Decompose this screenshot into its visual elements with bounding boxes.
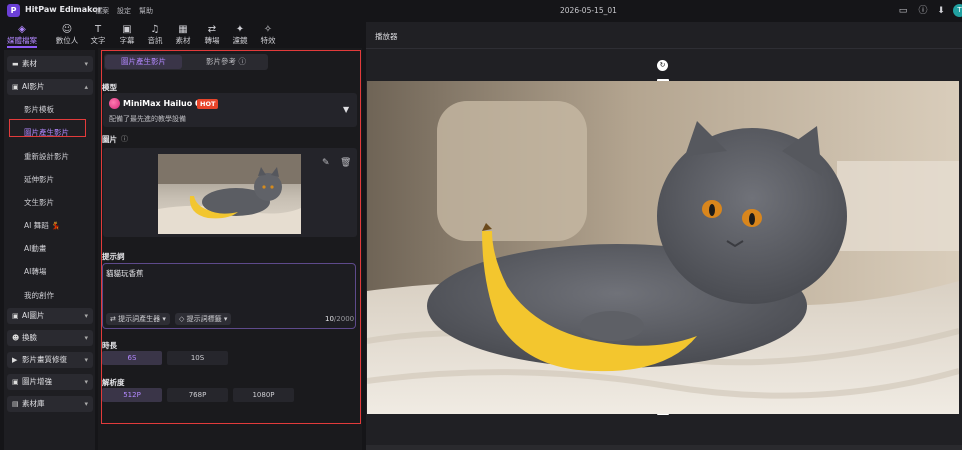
menu-file[interactable]: 檔案 xyxy=(95,6,109,16)
tool-filter[interactable]: ✦ 濾鏡 xyxy=(225,23,255,46)
text-icon: T xyxy=(94,24,102,35)
ai-video-icon: ▣ xyxy=(12,83,19,91)
model-label: 模型 xyxy=(102,83,117,92)
sidebar-group-video-repair[interactable]: ▶ 影片畫質修復 ▾ xyxy=(7,352,93,368)
tool-media[interactable]: ◈ 媒體檔案 xyxy=(7,23,37,48)
selection-highlight xyxy=(9,119,86,137)
chevron-down-icon: ▾ xyxy=(84,400,88,408)
chevron-up-icon: ▴ xyxy=(84,83,88,91)
tab-video-reference[interactable]: 影片參考 ⓘ xyxy=(186,55,266,69)
tool-assets[interactable]: ▦ 素材 xyxy=(168,23,198,46)
assets-icon: ▦ xyxy=(178,24,188,35)
tool-text[interactable]: T 文字 xyxy=(83,23,113,46)
chevron-down-icon: ▾ xyxy=(84,312,88,320)
tool-digital-human[interactable]: ☺ 數位人 xyxy=(52,23,82,46)
sidebar-group-image-enhance[interactable]: ▣ 圖片增強 ▾ xyxy=(7,374,93,390)
filter-icon: ✦ xyxy=(235,24,245,35)
tag-icon: ◇ xyxy=(179,315,185,323)
effects-icon: ✧ xyxy=(263,24,273,35)
main-toolbar: ◈ 媒體檔案 ☺ 數位人 T 文字 ▣ 字幕 ♫ 音訊 ▦ 素材 ⇄ 轉場 ✦ 濾鏡 ✧ 特效 xyxy=(0,22,365,48)
rotate-handle-icon[interactable]: ↻ xyxy=(657,60,668,71)
document-title: 2026-05-15_01 xyxy=(560,6,617,15)
ai-image-icon: ▣ xyxy=(12,312,19,320)
info-icon[interactable]: ⓘ xyxy=(917,5,929,17)
sidebar-item-extend-video[interactable]: 延伸影片 xyxy=(24,174,54,185)
chevron-down-icon: ▾ xyxy=(84,378,88,386)
prompt-generator-button[interactable]: ⇄ 提示詞產生器 ▾ xyxy=(106,313,170,325)
resolution-option-1080p[interactable]: 1080P xyxy=(233,388,294,402)
app-name: HitPaw Edimakor xyxy=(25,5,102,14)
magic-icon: ⇄ xyxy=(110,315,116,323)
info-icon: ⓘ xyxy=(238,57,246,66)
chevron-down-icon[interactable]: ▼ xyxy=(343,105,349,114)
face-swap-icon: ☻ xyxy=(12,334,20,342)
cat-banana-preview-icon xyxy=(367,81,959,414)
sidebar-item-redesign-video[interactable]: 重新設計影片 xyxy=(24,151,69,162)
tab-image-to-video[interactable]: 圖片產生影片 xyxy=(105,55,182,69)
model-description: 配備了最先進的教學設備 xyxy=(109,115,186,123)
sidebar-group-assets[interactable]: ▬ 素材 ▾ xyxy=(7,56,93,72)
player-footer xyxy=(366,445,962,450)
menu-settings[interactable]: 設定 xyxy=(117,6,131,16)
sidebar-item-my-creations[interactable]: 我的創作 xyxy=(24,290,54,301)
image-enhance-icon: ▣ xyxy=(12,378,19,386)
prompt-tags-button[interactable]: ◇ 提示詞標籤 ▾ xyxy=(175,313,232,325)
dance-emoji-icon: 💃 xyxy=(51,221,61,230)
video-repair-icon: ▶ xyxy=(12,356,18,364)
app-logo-icon: P xyxy=(7,4,20,17)
preview-canvas[interactable] xyxy=(367,81,959,414)
download-icon[interactable]: ⬇ xyxy=(935,5,947,17)
chevron-down-icon: ▾ xyxy=(84,334,88,342)
tool-transition[interactable]: ⇄ 轉場 xyxy=(197,23,227,46)
sidebar-item-ai-transition[interactable]: AI轉場 xyxy=(24,266,46,277)
sidebar-item-text-to-video[interactable]: 文生影片 xyxy=(24,197,54,208)
model-name: MiniMax Hailuo 02 xyxy=(123,99,207,108)
player-title: 播放器 xyxy=(375,32,398,41)
chevron-down-icon: ▾ xyxy=(84,356,88,364)
image-label: 圖片 xyxy=(102,135,117,144)
uploaded-image-thumbnail[interactable] xyxy=(158,154,301,234)
resolution-label: 解析度 xyxy=(102,378,125,387)
subtitle-icon: ▣ xyxy=(122,24,132,35)
sidebar-item-ai-dance[interactable]: AI 舞蹈 💃 xyxy=(24,220,60,231)
prompt-text[interactable]: 貓貓玩香蕉 xyxy=(106,268,144,279)
info-icon[interactable]: ⓘ xyxy=(121,134,128,144)
sidebar-item-video-template[interactable]: 影片模板 xyxy=(24,104,54,115)
chevron-down-icon: ▾ xyxy=(223,315,228,323)
hot-badge: HOT xyxy=(197,99,219,109)
tool-subtitle[interactable]: ▣ 字幕 xyxy=(112,23,142,46)
sidebar-group-face-swap[interactable]: ☻ 換臉 ▾ xyxy=(7,330,93,346)
trash-icon[interactable]: 🗑 xyxy=(340,158,351,168)
chevron-down-icon: ▾ xyxy=(84,60,88,68)
audio-icon: ♫ xyxy=(150,24,160,35)
duration-option-10s[interactable]: 10S xyxy=(167,351,228,365)
sidebar-item-ai-animation[interactable]: AI動畫 xyxy=(24,243,46,254)
divider xyxy=(366,48,962,49)
duration-label: 時長 xyxy=(102,341,117,350)
library-icon: ▤ xyxy=(12,400,19,408)
resolution-option-512p[interactable]: 512P xyxy=(102,388,162,402)
prompt-label: 提示詞 xyxy=(102,252,125,261)
resolution-option-768p[interactable]: 768P xyxy=(167,388,228,402)
avatar[interactable]: T xyxy=(953,4,962,17)
media-icon: ◈ xyxy=(18,24,26,35)
char-counter: 10/2000 xyxy=(325,315,355,323)
menu-help[interactable]: 幫助 xyxy=(139,6,153,16)
chevron-down-icon: ▾ xyxy=(162,315,166,323)
sidebar-group-ai-video[interactable]: ▣ AI影片 ▴ xyxy=(7,79,93,95)
cat-banana-thumbnail-icon xyxy=(158,154,301,234)
folder-icon: ▬ xyxy=(12,60,19,68)
sidebar-group-library[interactable]: ▤ 素材庫 ▾ xyxy=(7,396,93,412)
tool-effects[interactable]: ✧ 特效 xyxy=(253,23,283,46)
duration-option-6s[interactable]: 6S xyxy=(102,351,162,365)
minimax-logo-icon xyxy=(109,98,120,109)
sidebar-group-ai-image[interactable]: ▣ AI圖片 ▾ xyxy=(7,308,93,324)
tool-audio[interactable]: ♫ 音訊 xyxy=(140,23,170,46)
digital-human-icon: ☺ xyxy=(61,24,73,35)
layout-icon[interactable]: ▭ xyxy=(897,5,909,17)
transition-icon: ⇄ xyxy=(207,24,217,35)
edit-icon[interactable]: ✎ xyxy=(322,158,330,168)
